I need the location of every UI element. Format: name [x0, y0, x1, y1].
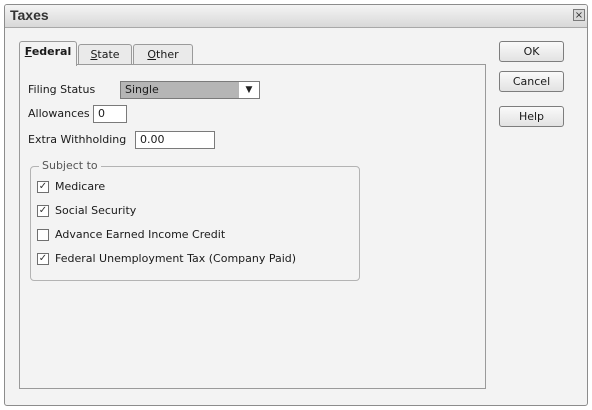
chevron-down-icon[interactable]: ▼	[239, 82, 259, 98]
futa-checkbox[interactable]: ✓	[37, 253, 49, 265]
help-button[interactable]: Help	[499, 106, 564, 127]
federal-tab-panel: Filing Status Single ▼ Allowances 0 Extr…	[19, 64, 486, 389]
filing-status-label: Filing Status	[28, 83, 96, 96]
tab-federal[interactable]: Federal	[19, 41, 77, 66]
medicare-checkbox[interactable]: ✓	[37, 181, 49, 193]
extra-withholding-label: Extra Withholding	[28, 133, 127, 146]
extra-withholding-field[interactable]: 0.00	[135, 131, 215, 149]
social-security-label: Social Security	[55, 204, 137, 217]
futa-label: Federal Unemployment Tax (Company Paid)	[55, 252, 297, 265]
tab-other-label: ther	[156, 48, 179, 61]
dialog-title: Taxes	[10, 7, 49, 23]
cancel-button[interactable]: Cancel	[499, 71, 564, 92]
subject-to-title: Subject to	[39, 159, 101, 172]
advance-eic-checkbox[interactable]	[37, 229, 49, 241]
tab-other-mnemonic: O	[147, 48, 157, 61]
filing-status-value: Single	[121, 82, 239, 98]
close-icon[interactable]: ×	[573, 9, 585, 21]
tab-other[interactable]: Other	[133, 44, 193, 64]
tab-federal-mnemonic: F	[24, 45, 32, 58]
title-bar: Taxes ×	[5, 5, 587, 28]
allowances-field[interactable]: 0	[93, 105, 127, 123]
tab-federal-label: ederal	[31, 45, 72, 58]
filing-status-select[interactable]: Single ▼	[120, 81, 260, 99]
tab-state-label: tate	[97, 48, 120, 61]
tab-state[interactable]: State	[78, 44, 132, 64]
ok-button[interactable]: OK	[499, 41, 564, 62]
advance-eic-label: Advance Earned Income Credit	[55, 228, 226, 241]
social-security-checkbox[interactable]: ✓	[37, 205, 49, 217]
allowances-label: Allowances	[28, 107, 90, 120]
taxes-dialog: Taxes × Federal State Other Filing Statu…	[4, 4, 588, 406]
medicare-label: Medicare	[55, 180, 106, 193]
subject-to-group: Subject to ✓ Medicare ✓ Social Security …	[30, 159, 360, 281]
